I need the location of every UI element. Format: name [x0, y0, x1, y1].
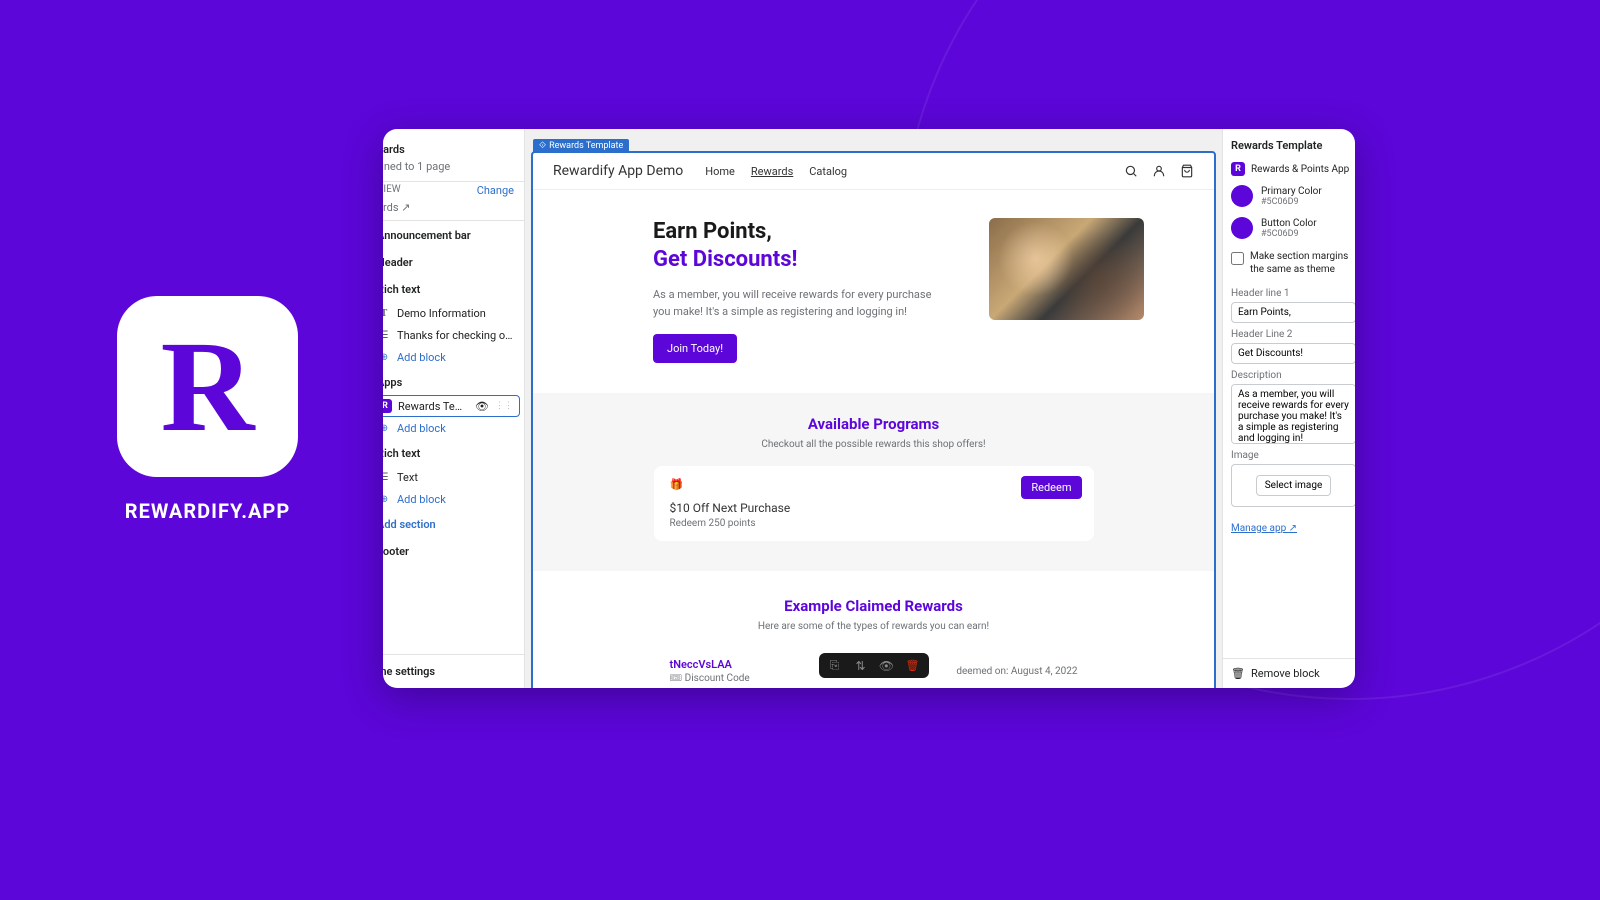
search-icon[interactable]: [1124, 164, 1138, 178]
preview-pane: ⟐Rewards Template Rewardify App Demo Hom…: [525, 129, 1222, 688]
margin-checkbox[interactable]: [1231, 252, 1244, 265]
tool-duplicate-icon[interactable]: ⎘: [827, 658, 843, 673]
desc-textarea[interactable]: [1231, 384, 1355, 444]
primary-color-swatch[interactable]: [1231, 185, 1253, 207]
paragraph-icon: ☰: [383, 328, 391, 342]
manage-app-link[interactable]: Manage app ↗: [1231, 523, 1297, 534]
remove-block-row[interactable]: 🗑 Remove block: [1223, 658, 1355, 688]
image-label: Image: [1231, 444, 1355, 464]
brand-letter: R: [161, 322, 255, 452]
primary-color-row[interactable]: Primary Color #5C06D9: [1231, 180, 1355, 212]
section-header[interactable]: Header: [383, 248, 524, 275]
program-cost: Redeem 250 points: [670, 518, 1078, 529]
add-section[interactable]: Add section: [383, 510, 524, 537]
header1-label: Header line 1: [1231, 282, 1355, 302]
account-icon[interactable]: [1152, 164, 1166, 178]
header2-label: Header Line 2: [1231, 323, 1355, 343]
brand-block: R REWARDIFY.APP: [105, 296, 310, 523]
plus-icon: ⊕: [383, 492, 391, 506]
app-icon: R: [1231, 162, 1245, 176]
tool-hide-icon[interactable]: 👁: [879, 659, 895, 673]
drag-icon[interactable]: ⋮⋮: [495, 401, 513, 411]
tool-delete-icon[interactable]: 🗑: [905, 659, 921, 672]
editor-window: wards igned to 1 page VIEW Change ards ↗…: [383, 129, 1355, 688]
claimed-subtitle: Here are some of the types of rewards yo…: [603, 621, 1144, 632]
programs-section: Available Programs Checkout all the poss…: [533, 393, 1214, 571]
item-demo-info[interactable]: T Demo Information: [383, 302, 524, 324]
brand-logo: R: [117, 296, 298, 477]
section-announcement[interactable]: Announcement bar: [383, 221, 524, 248]
view-target[interactable]: ards ↗: [383, 199, 524, 216]
plus-icon: ⊕: [383, 421, 391, 435]
view-label: VIEW: [383, 184, 401, 197]
brand-name: REWARDIFY.APP: [105, 499, 310, 523]
claim-type: 🎟 Discount Code: [670, 673, 750, 684]
hero-section: Earn Points, Get Discounts! As a member,…: [533, 190, 1214, 393]
template-title: wards: [383, 139, 524, 160]
program-card: Redeem 🎁 $10 Off Next Purchase Redeem 25…: [654, 466, 1094, 541]
store-name: Rewardify App Demo: [553, 163, 683, 179]
claim-date: deemed on: August 4, 2022: [956, 666, 1077, 677]
nav-rewards[interactable]: Rewards: [751, 165, 793, 178]
rp-app-row[interactable]: R Rewards & Points App: [1231, 158, 1355, 180]
join-button[interactable]: Join Today!: [653, 334, 737, 363]
change-link[interactable]: Change: [477, 184, 514, 197]
section-apps[interactable]: Apps: [383, 368, 524, 395]
programs-title: Available Programs: [603, 415, 1144, 433]
left-sidebar: wards igned to 1 page VIEW Change ards ↗…: [383, 129, 525, 688]
button-color-row[interactable]: Button Color #5C06D9: [1231, 212, 1355, 244]
add-block-3[interactable]: ⊕ Add block: [383, 488, 524, 510]
item-thanks[interactable]: ☰ Thanks for checking out our...: [383, 324, 524, 346]
hero-image: [989, 218, 1144, 320]
hero-heading: Earn Points, Get Discounts!: [653, 218, 949, 273]
desc-label: Description: [1231, 364, 1355, 384]
assigned-text: igned to 1 page: [383, 160, 524, 181]
button-color-swatch[interactable]: [1231, 217, 1253, 239]
add-block-1[interactable]: ⊕ Add block: [383, 346, 524, 368]
plus-icon: ⊕: [383, 350, 391, 364]
section-footer[interactable]: Footer: [383, 537, 524, 564]
header2-input[interactable]: [1231, 343, 1355, 364]
paragraph-icon: ☰: [383, 470, 391, 484]
text-icon: T: [383, 306, 391, 320]
item-text[interactable]: ☰ Text: [383, 466, 524, 488]
header1-input[interactable]: [1231, 302, 1355, 323]
claimed-title: Example Claimed Rewards: [603, 597, 1144, 615]
rewards-icon: R: [383, 399, 392, 413]
redeem-button[interactable]: Redeem: [1021, 476, 1081, 499]
select-image-button[interactable]: Select image: [1256, 475, 1332, 496]
nav-home[interactable]: Home: [705, 165, 735, 178]
tool-move-icon[interactable]: ⇅: [853, 659, 869, 673]
nav-catalog[interactable]: Catalog: [809, 165, 847, 178]
item-rewards-template[interactable]: R Rewards Template 👁 ⋮⋮: [383, 395, 520, 417]
cart-icon[interactable]: [1180, 164, 1194, 178]
right-sidebar: Rewards Template R Rewards & Points App …: [1222, 129, 1355, 688]
image-selector: Select image: [1231, 464, 1355, 507]
add-block-2[interactable]: ⊕ Add block: [383, 417, 524, 439]
program-title: $10 Off Next Purchase: [670, 501, 1078, 515]
section-richtext1[interactable]: Rich text: [383, 275, 524, 302]
trash-icon: 🗑: [1231, 667, 1245, 680]
section-richtext2[interactable]: Rich text: [383, 439, 524, 466]
theme-settings[interactable]: me settings: [383, 654, 524, 688]
preview-tag: ⟐Rewards Template: [533, 139, 629, 153]
hero-desc: As a member, you will receive rewards fo…: [653, 287, 933, 320]
store-nav: Home Rewards Catalog: [705, 165, 847, 178]
programs-subtitle: Checkout all the possible rewards this s…: [603, 439, 1144, 450]
gift-icon: 🎁: [670, 478, 684, 491]
store-header: Rewardify App Demo Home Rewards Catalog: [533, 153, 1214, 190]
floating-toolbar: ⎘ ⇅ 👁 🗑: [819, 653, 929, 678]
preview-frame: Rewardify App Demo Home Rewards Catalog: [531, 151, 1216, 688]
claim-code: tNeccVsLAA: [670, 658, 750, 671]
rp-title: Rewards Template: [1231, 139, 1355, 158]
eye-icon[interactable]: 👁: [475, 400, 489, 413]
margin-checkbox-row[interactable]: Make section margins the same as theme: [1231, 244, 1355, 282]
